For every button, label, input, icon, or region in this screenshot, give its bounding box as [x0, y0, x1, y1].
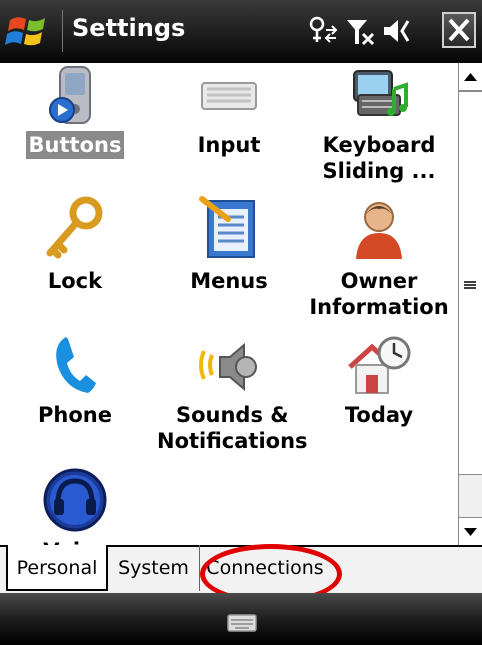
- title-bar: Settings: [0, 0, 482, 64]
- today-house-clock-icon: [348, 336, 411, 394]
- tab-personal[interactable]: Personal: [6, 545, 108, 591]
- scroll-up-button[interactable]: [459, 63, 482, 91]
- keyboard-icon: [227, 614, 257, 632]
- tile-label: Keyboard Sliding ...: [322, 133, 436, 183]
- key-icon: [46, 196, 103, 259]
- volume-off-icon[interactable]: [382, 12, 416, 50]
- scroll-thumb[interactable]: [459, 91, 482, 475]
- phone-icon: [56, 337, 96, 393]
- tile-input[interactable]: Input: [154, 65, 304, 159]
- settings-grid: Buttons Input Keyboard Sliding ... Lock …: [0, 63, 458, 545]
- keyboard-sliding-icon: [353, 70, 408, 116]
- tile-phone[interactable]: Phone: [0, 333, 150, 429]
- page-title: Settings: [72, 14, 186, 42]
- tile-voice[interactable]: Voice: [0, 467, 150, 545]
- tile-keyboard-sliding[interactable]: Keyboard Sliding ...: [304, 65, 454, 185]
- tile-today[interactable]: Today: [304, 333, 454, 429]
- tile-owner-information[interactable]: Owner Information: [304, 195, 454, 321]
- start-button[interactable]: [4, 10, 58, 52]
- tile-lock[interactable]: Lock: [0, 195, 150, 295]
- signal-off-icon[interactable]: [344, 12, 378, 50]
- tile-label: Lock: [47, 269, 103, 293]
- tile-menus[interactable]: Menus: [154, 195, 304, 295]
- tile-label: Today: [344, 403, 414, 427]
- input-panel-button[interactable]: [226, 611, 258, 635]
- tile-label: Voice: [40, 537, 109, 545]
- tile-sounds-notifications[interactable]: Sounds & Notifications: [154, 333, 308, 455]
- headset-icon: [43, 468, 107, 532]
- scroll-down-button[interactable]: [459, 517, 482, 545]
- start-flag-icon: [5, 17, 45, 46]
- tile-label: Buttons: [25, 131, 125, 159]
- title-separator: [62, 10, 63, 52]
- tile-buttons[interactable]: Buttons: [0, 65, 150, 159]
- keyboard-icon: [201, 82, 257, 110]
- arrow-up-icon: [464, 73, 477, 81]
- tile-label: Phone: [38, 403, 112, 427]
- tile-label: Sounds & Notifications: [157, 403, 308, 453]
- vertical-scrollbar[interactable]: [458, 63, 482, 545]
- grip-icon: [464, 281, 476, 289]
- buttons-icon: [49, 66, 91, 124]
- tile-label: Menus: [190, 269, 268, 293]
- close-icon: [448, 18, 470, 42]
- owner-icon: [356, 202, 402, 259]
- tile-label: Owner Information: [309, 269, 449, 319]
- close-button[interactable]: [442, 12, 476, 48]
- tile-label: Input: [197, 133, 261, 157]
- softkey-bar: [0, 593, 482, 645]
- tab-connections[interactable]: Connections: [200, 545, 330, 591]
- tab-system[interactable]: System: [108, 545, 200, 591]
- menus-icon: [199, 196, 255, 258]
- connectivity-icon[interactable]: [306, 12, 340, 50]
- screen: Settings Buttons Input Keyboard Sliding …: [0, 0, 482, 645]
- speaker-icon: [199, 342, 257, 392]
- arrow-down-icon: [464, 528, 477, 536]
- tab-bar: Personal System Connections: [0, 545, 482, 593]
